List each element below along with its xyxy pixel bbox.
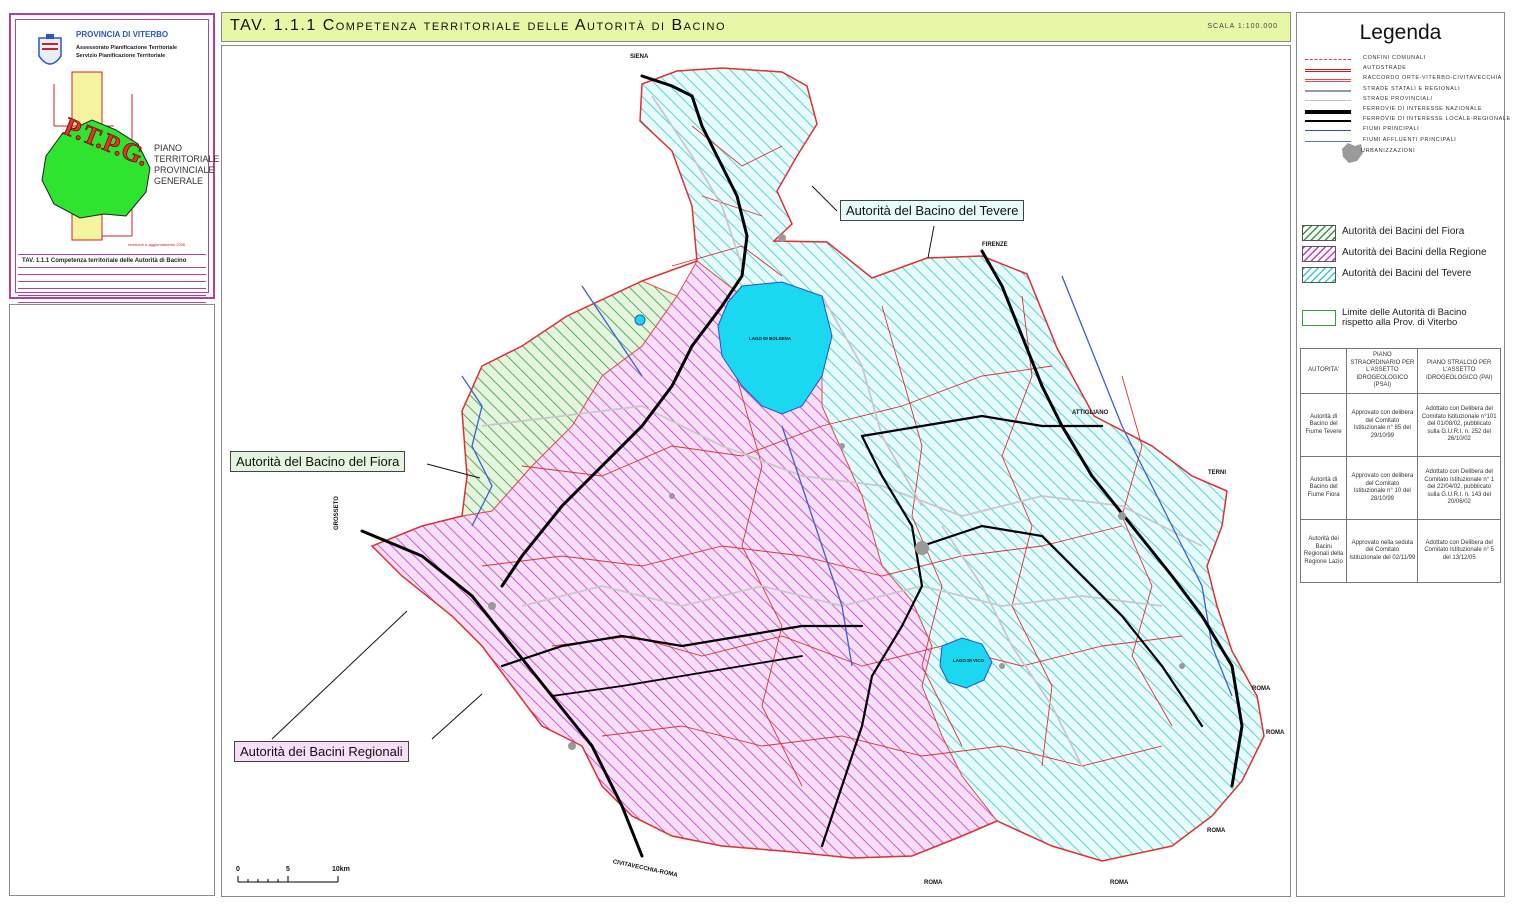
- assessorato-label: Assessorato Pianificazione Territoriale: [76, 45, 178, 51]
- table-cell: Approvato con delibera del Comitato Isti…: [1346, 456, 1419, 520]
- callout-regionali[interactable]: Autorità dei Bacini Regionali: [234, 741, 409, 762]
- limit-swatch: [1302, 310, 1336, 326]
- place-roma-3: ROMA: [1207, 828, 1226, 834]
- servizio-label: Servizio Pianificazione Territoriale: [76, 53, 166, 59]
- authority-label: Autorità dei Bacini del Fiora: [1342, 226, 1465, 237]
- table-cell: Approvato con delibera del Comitato Isti…: [1346, 393, 1419, 457]
- legend-line-label: AUTOSTRADE: [1363, 65, 1407, 72]
- place-roma-2: ROMA: [1266, 730, 1285, 736]
- place-roma-4: ROMA: [1110, 880, 1129, 886]
- table-row: Autorità di Bacino del Fiume Fiora Approv…: [1299, 456, 1501, 520]
- lake-small: [634, 314, 646, 326]
- place-grosseto: GROSSETO: [334, 496, 340, 530]
- map-title: TAV. 1.1.1 Competenza territoriale delle…: [230, 17, 727, 34]
- ptpg-logo: P.T.P.G.: [41, 71, 153, 241]
- legend-line-swatch: [1305, 130, 1351, 132]
- place-firenze: FIRENZE: [982, 242, 1008, 248]
- urban-label: URBANIZZAZIONI: [1361, 148, 1416, 154]
- title-block-rows: [18, 268, 206, 303]
- scale-tick-10: 10km: [332, 866, 350, 873]
- place-attigliano: ATTIGLIANO: [1072, 410, 1109, 416]
- authority-swatch: [1302, 225, 1336, 241]
- authority-table: AUTORITA' PIANO STRAORDINARIO PER L'ASSET…: [1299, 348, 1501, 583]
- left-empty-panel: [9, 304, 215, 896]
- map-title-bar: TAV. 1.1.1 Competenza territoriale delle…: [221, 12, 1291, 42]
- legend-line-label: FERROVIE DI INTERESSE LOCALE-REGIONALE: [1363, 116, 1511, 123]
- authority-swatch: [1302, 246, 1336, 262]
- legend-line-label: FERROVIE DI INTERESSE NAZIONALE: [1363, 106, 1483, 112]
- legend-line-swatch: [1305, 99, 1351, 101]
- legend-line-label: FIUMI PRINCIPALI: [1363, 126, 1420, 133]
- map-frame[interactable]: Autorità del Bacino del Tevere Autorità …: [221, 45, 1291, 897]
- legend-line-swatch: [1305, 120, 1351, 123]
- legend-panel: Legenda CONFINI COMUNALI AUTOSTRADE RACCOR…: [1296, 12, 1510, 897]
- legend-line-label: FIUMI AFFLUENTI PRINCIPALI: [1363, 136, 1457, 143]
- title-block-inner: PROVINCIA DI VITERBO Assessorato Pianifi…: [15, 19, 219, 303]
- legend-line-label: STRADE STATALI E REGIONALI: [1363, 85, 1461, 92]
- authority-label: Autorità dei Bacini della Regione: [1342, 247, 1487, 258]
- legend-title: Legenda: [1359, 21, 1442, 44]
- legend-line-swatch: [1305, 89, 1351, 92]
- legend-line-swatch: [1305, 79, 1351, 83]
- table-row: Autorità dei Bacini Regionali della Regi…: [1299, 519, 1501, 583]
- piano-label: PIANO TERRITORIALE PROVINCIALE GENERALE: [154, 143, 220, 186]
- legend-line-label: STRADE PROVINCIALI: [1363, 95, 1433, 102]
- table-cell: Adottato con Delibera del Comitato Istit…: [1417, 456, 1501, 520]
- table-header-cell: PIANO STRAORDINARIO PER L'ASSETTO IDROGE…: [1346, 348, 1419, 394]
- place-roma-5: ROMA: [924, 880, 943, 886]
- place-roma-1: ROMA: [1252, 686, 1271, 692]
- table-cell: Approvato nella seduta del Comitato Isti…: [1346, 519, 1419, 583]
- table-header-cell: AUTORITA': [1299, 348, 1348, 394]
- tav-label: TAV. 1.1.1 Competenza territoriale delle…: [18, 254, 206, 268]
- table-cell: Adottato con Delibera del Comitato Istit…: [1417, 519, 1501, 583]
- legend-line-swatch: [1305, 59, 1351, 60]
- callout-tevere[interactable]: Autorità del Bacino del Tevere: [840, 200, 1025, 221]
- legend-line-label: CONFINI COMUNALI: [1363, 55, 1426, 61]
- place-siena: SIENA: [630, 54, 649, 60]
- legend-line-swatch: [1305, 110, 1351, 114]
- authority-label: Autorità dei Bacini del Tevere: [1342, 268, 1472, 279]
- legend-line-swatch: [1305, 69, 1351, 73]
- legend-line-label: RACCORDO ORTE-VITERBO-CIVITAVECCHIA: [1363, 75, 1502, 82]
- limit-label: Limite delle Autorità di Bacino rispetto…: [1342, 307, 1467, 328]
- authority-swatch: [1302, 267, 1336, 283]
- provincia-name: PROVINCIA DI VITERBO: [76, 30, 169, 39]
- label-lago-vico: LAGO DI VICO: [953, 658, 985, 663]
- table-cell: Autorità dei Bacini Regionali della Regi…: [1299, 519, 1348, 583]
- table-row: Autorità di Bacino del Fiume Tevere Appro…: [1299, 393, 1501, 457]
- callout-fiora[interactable]: Autorità del Bacino del Fiora: [230, 451, 406, 472]
- scale-tick-5: 5: [286, 866, 290, 873]
- map-scale: SCALA 1:100.000: [1207, 23, 1278, 30]
- revision-label: revisione e aggiornamento 2006: [128, 242, 186, 247]
- table-header-cell: PIANO STRALCIO PER L'ASSETTO IDROGEOLOGI…: [1417, 348, 1501, 394]
- table-cell: Autorità di Bacino del Fiume Tevere: [1299, 393, 1348, 457]
- label-lago-bolsena: LAGO DI BOLSENA: [749, 336, 792, 341]
- title-block: PROVINCIA DI VITERBO Assessorato Pianifi…: [9, 13, 219, 303]
- scale-bar: [237, 876, 339, 883]
- table-cell: Adottato con Delibera del Comitato Istit…: [1417, 393, 1501, 457]
- scale-tick-0: 0: [236, 866, 240, 873]
- place-terni: TERNI: [1208, 470, 1226, 476]
- table-cell: Autorità di Bacino del Fiume Fiora: [1299, 456, 1348, 520]
